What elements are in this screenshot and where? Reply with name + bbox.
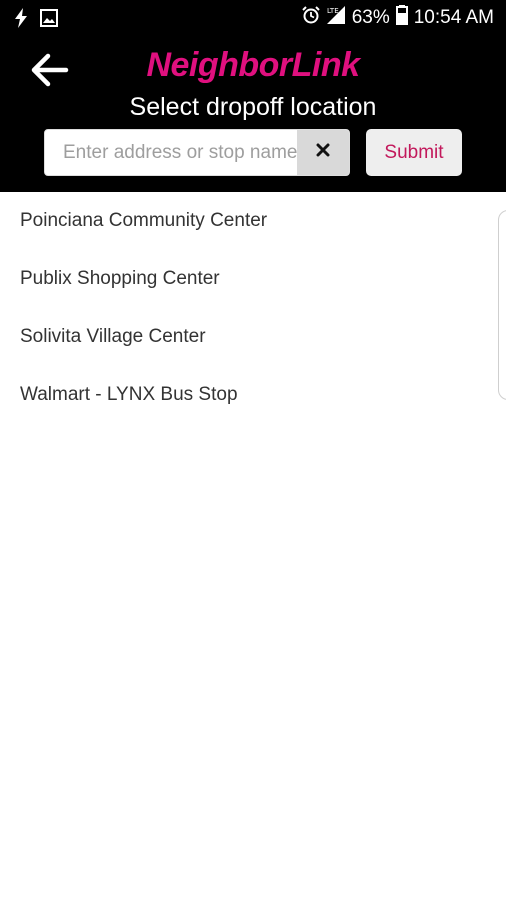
clear-search-button[interactable] — [297, 130, 349, 175]
svg-text:LTE: LTE — [327, 7, 339, 15]
image-notification-icon — [40, 9, 58, 32]
search-input[interactable] — [45, 130, 299, 175]
status-left-icons — [14, 8, 58, 33]
charging-icon — [14, 8, 28, 33]
location-item-walmart[interactable]: Walmart - LYNX Bus Stop — [0, 366, 506, 424]
location-item-publix[interactable]: Publix Shopping Center — [0, 250, 506, 308]
search-box — [44, 129, 350, 176]
brand-logo: NeighborLink — [146, 46, 360, 84]
signal-icon: LTE — [326, 5, 346, 30]
app-header: NeighborLink Select dropoff location Sub… — [0, 36, 506, 192]
edge-panel-handle[interactable] — [498, 210, 506, 400]
battery-icon — [395, 5, 408, 30]
location-item-solivita[interactable]: Solivita Village Center — [0, 308, 506, 366]
battery-percent: 63% — [351, 6, 390, 28]
submit-button[interactable]: Submit — [366, 129, 462, 176]
location-list: Poinciana Community Center Publix Shoppi… — [0, 192, 506, 424]
location-item-poinciana[interactable]: Poinciana Community Center — [0, 192, 506, 250]
close-icon — [316, 143, 330, 162]
status-bar: LTE 63% 10:54 AM — [0, 0, 506, 36]
alarm-icon — [301, 6, 320, 29]
clock: 10:54 AM — [413, 6, 494, 28]
page-title: Select dropoff location — [129, 93, 377, 121]
status-right-icons: LTE 63% 10:54 AM — [301, 5, 494, 30]
